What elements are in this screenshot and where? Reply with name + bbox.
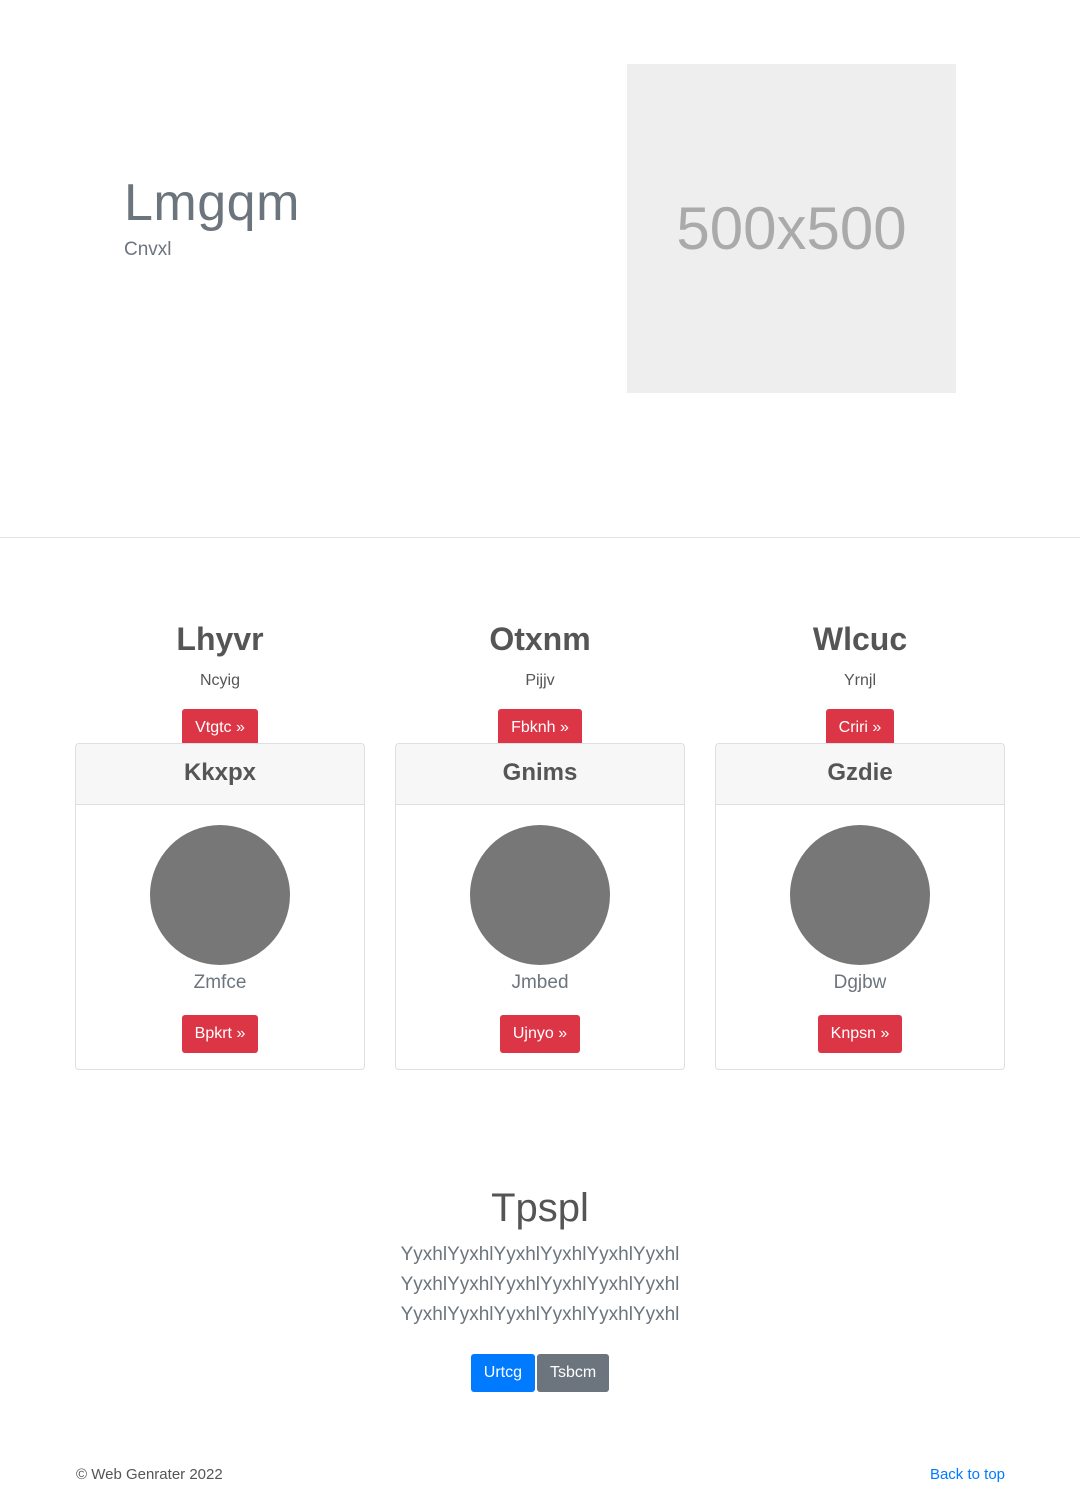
- card-body: Jmbed Ujnyo »: [396, 825, 684, 1053]
- feature-text: Ncyig: [199, 672, 240, 689]
- cta-title: Tpspl: [491, 1186, 589, 1230]
- cta-section: Tpspl YyxhlYyxhlYyxhlYyxhlYyxhlYyxhl Yyx…: [0, 1184, 1080, 1392]
- profile-card-1: Kkxpx Zmfce Bpkrt »: [75, 743, 365, 1070]
- card-name: Zmfce: [193, 972, 247, 993]
- feature-title: Wlcuc: [812, 621, 908, 657]
- feature-column-3: Wlcuc Yrnjl Criri »: [715, 615, 1005, 747]
- card-body: Zmfce Bpkrt »: [76, 825, 364, 1053]
- hero-subtitle: Cnvxl: [124, 239, 172, 260]
- hero-image-placeholder: 500x500: [627, 64, 956, 393]
- feature-title: Otxnm: [489, 621, 591, 657]
- feature-text: Pijjv: [525, 672, 555, 689]
- card-header: Gnims: [396, 744, 684, 805]
- secondary-button[interactable]: Tsbcm: [537, 1354, 610, 1392]
- profile-card-2: Gnims Jmbed Ujnyo »: [395, 743, 685, 1070]
- avatar: [790, 825, 930, 965]
- card-button[interactable]: Knpsn »: [817, 1015, 903, 1053]
- feature-column-1: Lhyvr Ncyig Vtgtc »: [75, 615, 365, 747]
- profile-card-3: Gzdie Dgjbw Knpsn »: [715, 743, 1005, 1070]
- avatar: [470, 825, 610, 965]
- cta-text: YyxhlYyxhlYyxhlYyxhlYyxhlYyxhl YyxhlYyxh…: [400, 1244, 680, 1325]
- back-to-top-link[interactable]: Back to top: [930, 1466, 1005, 1483]
- card-name: Dgjbw: [833, 972, 887, 993]
- card-header: Gzdie: [716, 744, 1004, 805]
- card-body: Dgjbw Knpsn »: [716, 825, 1004, 1053]
- feature-column-2: Otxnm Pijjv Fbknh »: [395, 615, 685, 747]
- card-name: Jmbed: [511, 972, 569, 993]
- feature-button[interactable]: Criri »: [825, 709, 895, 747]
- feature-title: Lhyvr: [176, 621, 264, 657]
- feature-button[interactable]: Fbknh »: [498, 709, 582, 747]
- feature-text: Yrnjl: [843, 672, 876, 689]
- avatar: [150, 825, 290, 965]
- hero-title: Lmgqm: [124, 174, 300, 232]
- footer-copyright: © Web Genrater 2022: [76, 1466, 223, 1483]
- feature-button[interactable]: Vtgtc »: [182, 709, 258, 747]
- hero-section: Lmgqm Cnvxl 500x500: [0, 0, 1080, 537]
- cta-button-group: Urtcg Tsbcm: [0, 1354, 1080, 1392]
- primary-button[interactable]: Urtcg: [470, 1354, 535, 1392]
- card-button[interactable]: Ujnyo »: [499, 1015, 581, 1053]
- card-header: Kkxpx: [76, 744, 364, 805]
- section-divider: [0, 537, 1080, 538]
- card-button[interactable]: Bpkrt »: [181, 1015, 259, 1053]
